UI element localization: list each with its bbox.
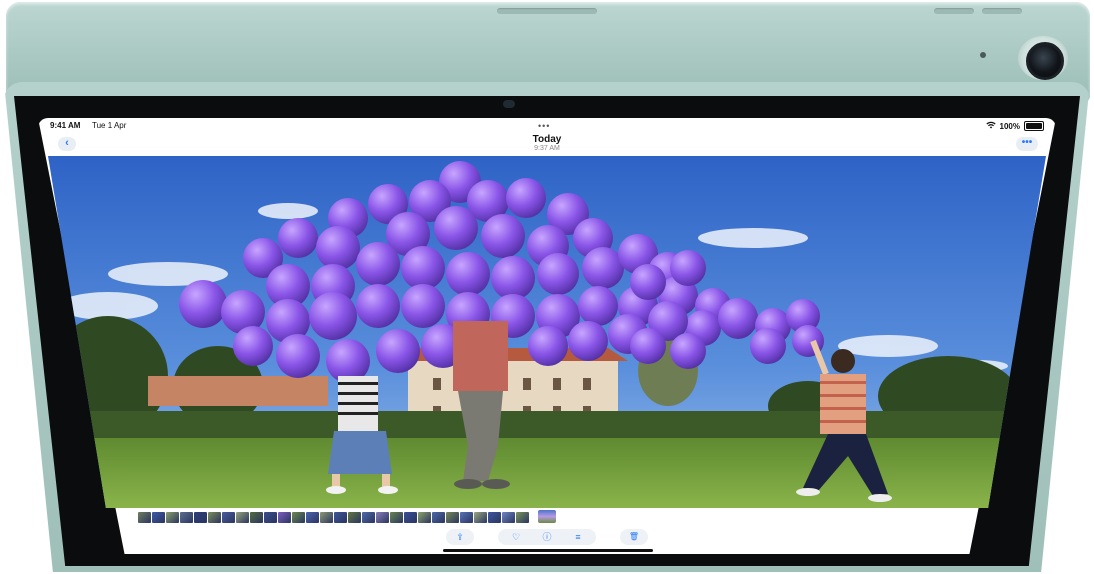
multitasking-menu-icon[interactable]: ••• (538, 121, 550, 131)
thumbnail[interactable] (222, 512, 235, 523)
thumbnail[interactable] (348, 512, 361, 523)
thumbnail[interactable] (236, 512, 249, 523)
thumbnail[interactable] (250, 512, 263, 523)
rear-camera-icon (1026, 42, 1064, 80)
grass (48, 438, 1046, 508)
thumbnail[interactable] (152, 512, 165, 523)
battery-icon (1024, 121, 1044, 131)
thumbnail[interactable] (502, 512, 515, 523)
thumbnail[interactable] (292, 512, 305, 523)
thumbnail[interactable] (166, 512, 179, 523)
status-date: Tue 1 Apr (92, 121, 127, 130)
thumbnail[interactable] (460, 512, 473, 523)
top-button (497, 8, 597, 14)
thumbnail[interactable] (320, 512, 333, 523)
main-photo[interactable] (48, 156, 1046, 508)
thumbnail-strip[interactable] (138, 512, 529, 523)
thumbnail[interactable] (488, 512, 501, 523)
share-button[interactable]: ⇪ (446, 529, 474, 545)
thumbnail[interactable] (278, 512, 291, 523)
more-options-button[interactable]: ••• (1016, 137, 1038, 151)
favorite-button[interactable]: ♡ (504, 529, 528, 545)
thumbnail[interactable] (194, 512, 207, 523)
thumbnail[interactable] (334, 512, 347, 523)
hedge (48, 411, 1046, 441)
delete-button[interactable]: 🗑 (620, 529, 648, 545)
thumbnail[interactable] (208, 512, 221, 523)
front-camera-icon (503, 100, 515, 108)
thumbnail[interactable] (306, 512, 319, 523)
thumbnail[interactable] (376, 512, 389, 523)
status-right: 100% (985, 121, 1044, 131)
thumbnail[interactable] (362, 512, 375, 523)
thumbnail-current[interactable] (538, 510, 556, 523)
microphone-dot (980, 52, 986, 58)
thumbnail[interactable] (474, 512, 487, 523)
thumbnail[interactable] (418, 512, 431, 523)
thumbnail[interactable] (516, 512, 529, 523)
adjust-button[interactable]: ≡ (566, 529, 590, 545)
thumbnail[interactable] (180, 512, 193, 523)
photo-time-subtitle: 9:37 AM (534, 145, 560, 152)
thumbnail[interactable] (404, 512, 417, 523)
battery-percent: 100% (999, 121, 1020, 131)
thumbnail[interactable] (432, 512, 445, 523)
wifi-icon (985, 121, 996, 131)
status-time: 9:41 AM (50, 121, 81, 130)
info-button[interactable]: ⓘ (535, 529, 559, 545)
home-indicator[interactable] (443, 549, 653, 552)
thumbnail[interactable] (390, 512, 403, 523)
volume-button-up (934, 8, 974, 14)
thumbnail[interactable] (138, 512, 151, 523)
thumbnail[interactable] (264, 512, 277, 523)
photo-date-title: Today (532, 134, 562, 145)
volume-button-down (982, 8, 1022, 14)
thumbnail[interactable] (446, 512, 459, 523)
